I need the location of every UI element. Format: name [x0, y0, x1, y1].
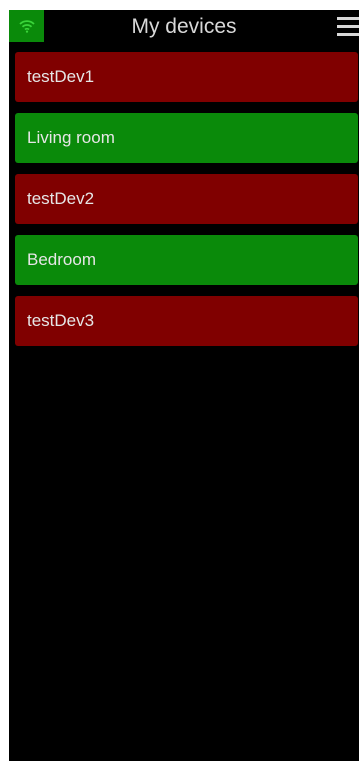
device-item-testdev2[interactable]: testDev2 — [15, 174, 358, 224]
device-item-living-room[interactable]: Living room — [15, 113, 358, 163]
device-label: testDev3 — [27, 311, 95, 330]
device-list: testDev1 Living room testDev2 Bedroom te… — [15, 52, 358, 357]
hamburger-menu-icon[interactable] — [337, 17, 359, 37]
device-label: testDev1 — [27, 67, 95, 86]
app-screen: My devices testDev1 Living room testDev2… — [9, 10, 359, 761]
device-label: Living room — [27, 128, 115, 147]
header-bar: My devices — [9, 10, 359, 45]
device-item-testdev1[interactable]: testDev1 — [15, 52, 358, 102]
device-label: Bedroom — [27, 250, 96, 269]
page-title: My devices — [131, 15, 237, 38]
device-item-bedroom[interactable]: Bedroom — [15, 235, 358, 285]
device-label: testDev2 — [27, 189, 95, 208]
device-item-testdev3[interactable]: testDev3 — [15, 296, 358, 346]
